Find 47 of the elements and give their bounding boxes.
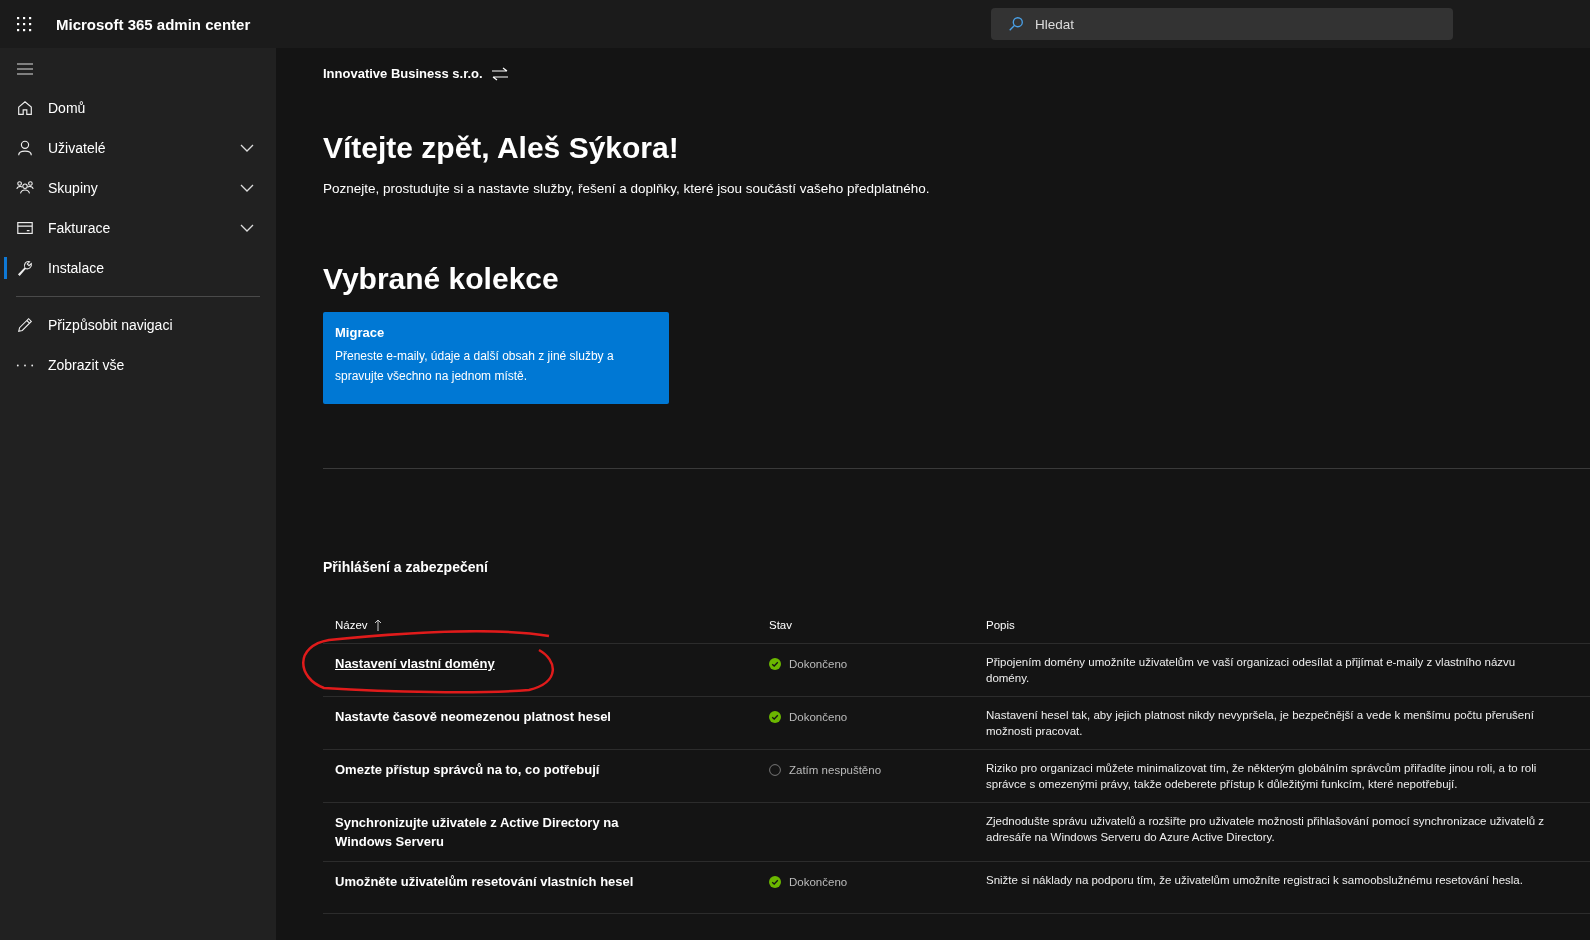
task-description: Riziko pro organizaci můžete minimalizovat tím, že některým globálním správcům přiřadíte jinou roli, a to roli správce s omezenými právy, takže odeberete přístup k důležitými funkcím, které nepotřebují. (986, 761, 1538, 792)
task-name-link[interactable]: Umožněte uživatelům resetování vlastních hesel (335, 872, 635, 891)
pencil-icon (16, 316, 34, 334)
status-text: Dokončeno (789, 657, 848, 670)
nav-item[interactable]: Skupiny (0, 168, 276, 208)
nav-item[interactable]: Fakturace (0, 208, 276, 248)
menu-icon[interactable] (16, 60, 34, 78)
card-description: Přeneste e-maily, údaje a další obsah z jiné služby a spravujte všechno na jednom místě. (335, 348, 615, 385)
task-description: Nastavení hesel tak, aby jejich platnost nikdy nevypršela, je bezpečnější a vede k menšímu počtu přerušení možnosti pracovat. (986, 708, 1535, 739)
nav-item[interactable]: Instalace (0, 248, 276, 288)
app-title: Microsoft 365 admin center (56, 15, 251, 33)
task-description: Snižte si náklady na podporu tím, že uživatelům umožníte registraci k samoobslužnému resetování hesla. (986, 873, 1524, 888)
organization-name: Innovative Business s.r.o. (323, 66, 483, 81)
nav-item[interactable]: Přizpůsobit navigaci (0, 305, 276, 345)
search-field[interactable]: Hledat (991, 8, 1453, 40)
person-icon (16, 139, 34, 157)
more-icon (16, 363, 34, 367)
nav-item[interactable]: Domů (0, 88, 276, 128)
home-icon (16, 99, 34, 117)
column-header[interactable]: Popis (974, 619, 1590, 644)
status-text: Dokončeno (789, 875, 848, 888)
search-icon (1007, 15, 1025, 33)
check-circle-icon (769, 710, 781, 723)
task-description: Připojením domény umožníte uživatelům ve vaší organizaci odesílat a přijímat e-maily z vlastního názvu domény. (986, 655, 1517, 686)
task-description: Zjednodušte správu uživatelů a rozšiřte pro uživatele možnosti přihlašování pomocí synchronizace uživatelů z adresáře na Windows Serveru do Azure Active Directory. (986, 814, 1546, 845)
column-header[interactable]: Stav (757, 619, 974, 644)
section-title: Přihlášení a zabezpečení (323, 559, 489, 575)
task-name-link[interactable]: Nastavení vlastní domény (335, 654, 635, 673)
task-name-link[interactable]: Omezte přístup správců na to, co potřebují (335, 760, 635, 779)
collection-card[interactable]: Migrace Přeneste e-maily, údaje a další obsah z jiné služby a spravujte všechno na jednom místě. (323, 312, 669, 404)
switch-icon[interactable] (490, 66, 509, 81)
status-text: Zatím nespuštěno (789, 763, 882, 776)
task-name-link[interactable]: Synchronizujte uživatele z Active Directory na Windows Serveru (335, 813, 635, 851)
intro-text: Poznejte, prostudujte si a nastavte služby, řešení a doplňky, které jsou součástí vašeho předplatného. (323, 181, 931, 196)
status-text: Dokončeno (789, 710, 848, 723)
column-header[interactable]: Název (323, 619, 757, 644)
card-title: Migrace (335, 325, 386, 340)
task-name-link[interactable]: Nastavte časově neomezenou platnost hesel (335, 707, 635, 726)
wrench-icon (16, 259, 34, 277)
nav-item[interactable]: Uživatelé (0, 128, 276, 168)
card-icon (16, 219, 34, 237)
section-heading: Vybrané kolekce (323, 262, 560, 296)
empty-circle-icon (769, 763, 781, 776)
check-circle-icon (769, 657, 781, 670)
check-circle-icon (769, 875, 781, 888)
nav-item[interactable]: Zobrazit vše (0, 345, 276, 385)
welcome-heading: Vítejte zpět, Aleš Sýkora! (323, 131, 680, 165)
